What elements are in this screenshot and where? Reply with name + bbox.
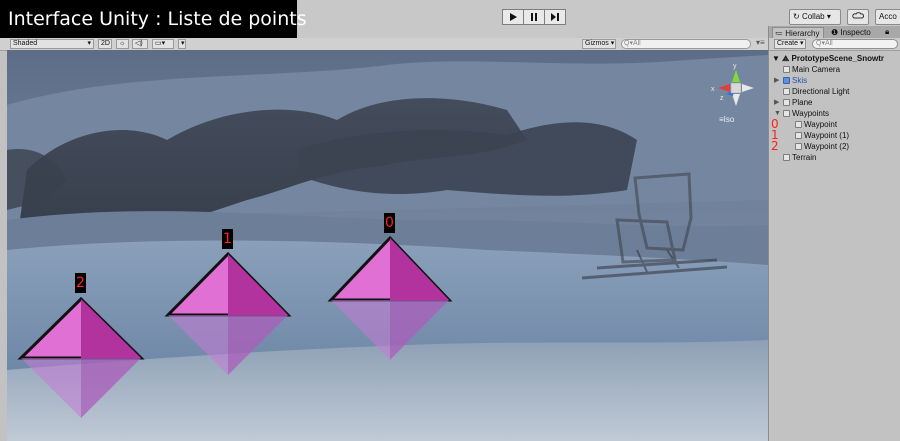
chevron-down-icon: ▾ bbox=[181, 40, 185, 47]
playback-controls bbox=[502, 9, 566, 25]
hierarchy-row[interactable]: Waypoint bbox=[795, 119, 837, 130]
chevron-down-icon: ▾ bbox=[87, 40, 91, 47]
hierarchy-row[interactable]: ▶ Skis bbox=[774, 75, 808, 86]
chevron-down-icon: ▾ bbox=[824, 12, 831, 21]
hierarchy-search-input[interactable]: Q▾All bbox=[812, 39, 898, 49]
svg-text:x: x bbox=[711, 86, 715, 93]
2d-toggle[interactable]: 2D bbox=[98, 39, 112, 49]
svg-text:y: y bbox=[733, 63, 737, 70]
gameobject-icon bbox=[795, 132, 802, 139]
expand-arrow-icon[interactable]: ▶ bbox=[774, 75, 779, 86]
hierarchy-row[interactable]: Main Camera bbox=[783, 64, 840, 75]
scene-viewport[interactable]: y x z ≡Iso 2 1 0 bbox=[7, 50, 768, 441]
panel-tabs: ≔ Hierarchy ❶ Inspecto 🔒︎ bbox=[769, 26, 900, 38]
hierarchy-row-label: Terrain bbox=[792, 153, 817, 162]
lighting-toggle[interactable]: ☼ bbox=[116, 39, 129, 49]
gameobject-icon bbox=[795, 121, 802, 128]
hierarchy-row[interactable]: Waypoint (2) bbox=[795, 141, 849, 152]
hierarchy-row-label: Waypoint (1) bbox=[804, 131, 850, 140]
projection-label[interactable]: ≡Iso bbox=[719, 115, 734, 124]
step-button[interactable] bbox=[544, 9, 566, 25]
account-button[interactable]: Acco bbox=[875, 9, 900, 25]
collab-icon: ↻ bbox=[793, 12, 802, 21]
sun-icon: ☼ bbox=[119, 40, 126, 47]
tab-inspector[interactable]: ❶ Inspecto bbox=[829, 27, 885, 38]
gameobject-icon bbox=[795, 143, 802, 150]
chevron-down-icon: ▾ bbox=[610, 40, 615, 47]
scene-root-row[interactable]: ▼ ⟁ PrototypeScene_Snowtr bbox=[772, 53, 884, 64]
audio-toggle[interactable]: ◁) bbox=[132, 39, 148, 49]
waypoint-order-annotation: 2 bbox=[771, 139, 779, 153]
gameobject-icon bbox=[783, 154, 790, 161]
hierarchy-row-label: Waypoint bbox=[804, 120, 838, 129]
menu-icon[interactable]: ▾≡ bbox=[756, 38, 765, 47]
info-icon: ❶ bbox=[831, 28, 841, 37]
create-button[interactable]: Create ▾ bbox=[774, 39, 807, 49]
expand-arrow-icon[interactable]: ▶ bbox=[774, 97, 779, 108]
prefab-icon bbox=[783, 77, 790, 84]
collab-button[interactable]: ↻ Collab ▾ bbox=[789, 9, 841, 25]
hierarchy-row-label: Waypoints bbox=[792, 109, 830, 118]
scene-search-input[interactable]: Q▾All bbox=[621, 39, 751, 49]
speaker-icon: ◁) bbox=[135, 40, 143, 47]
hierarchy-row[interactable]: Terrain bbox=[783, 152, 816, 163]
cloud-icon bbox=[852, 12, 864, 19]
hierarchy-row[interactable]: Directional Light bbox=[783, 86, 849, 97]
expand-arrow-icon: ▼ bbox=[772, 54, 783, 63]
step-icon bbox=[551, 13, 559, 21]
hierarchy-panel: ≔ Hierarchy ❶ Inspecto 🔒︎ Create ▾ Q▾All… bbox=[768, 26, 900, 441]
hierarchy-toolbar: Create ▾ Q▾All bbox=[769, 38, 900, 51]
hierarchy-row-label: Plane bbox=[792, 98, 813, 107]
pause-icon bbox=[531, 13, 537, 21]
shading-mode-dropdown[interactable]: Shaded ▾ bbox=[10, 39, 94, 49]
gameobject-icon bbox=[783, 110, 790, 117]
play-button[interactable] bbox=[502, 9, 524, 25]
gizmos-dropdown[interactable]: Gizmos ▾ bbox=[582, 39, 616, 49]
unity-scene-icon: ⟁ bbox=[782, 54, 792, 63]
scene-render: y x z bbox=[7, 50, 768, 441]
waypoint-index-2: 2 bbox=[75, 273, 86, 293]
waypoint-index-0: 0 bbox=[384, 213, 395, 233]
gameobject-icon bbox=[783, 66, 790, 73]
list-icon: ≔ bbox=[775, 29, 786, 38]
hierarchy-row-label: Directional Light bbox=[792, 87, 850, 96]
gameobject-icon bbox=[783, 88, 790, 95]
hierarchy-row[interactable]: ▶ Plane bbox=[774, 97, 813, 108]
caption-banner: Interface Unity : Liste de points bbox=[0, 0, 307, 38]
play-icon bbox=[510, 13, 517, 21]
gameobject-icon bbox=[783, 99, 790, 106]
tab-hierarchy[interactable]: ≔ Hierarchy bbox=[772, 27, 824, 38]
chevron-down-icon: ▾ bbox=[799, 40, 804, 47]
waypoint-index-1: 1 bbox=[222, 229, 233, 249]
hierarchy-row-label: Waypoint (2) bbox=[804, 142, 850, 151]
hierarchy-row[interactable]: Waypoint (1) bbox=[795, 130, 849, 141]
effects-dropdown[interactable]: ▭▾ bbox=[152, 39, 174, 49]
cloud-button[interactable] bbox=[847, 9, 869, 25]
lock-icon[interactable]: 🔒︎ bbox=[885, 27, 889, 37]
svg-text:z: z bbox=[720, 95, 724, 102]
pause-button[interactable] bbox=[523, 9, 545, 25]
hierarchy-row-label: Skis bbox=[792, 76, 808, 85]
more-dropdown[interactable]: ▾ bbox=[178, 39, 186, 49]
hierarchy-row-label: Main Camera bbox=[792, 65, 841, 74]
main-toolbar: Interface Unity : Liste de points ↻ Coll… bbox=[0, 0, 900, 39]
image-icon: ▭▾ bbox=[155, 40, 166, 47]
hierarchy-row[interactable]: ▼ Waypoints bbox=[774, 108, 830, 119]
